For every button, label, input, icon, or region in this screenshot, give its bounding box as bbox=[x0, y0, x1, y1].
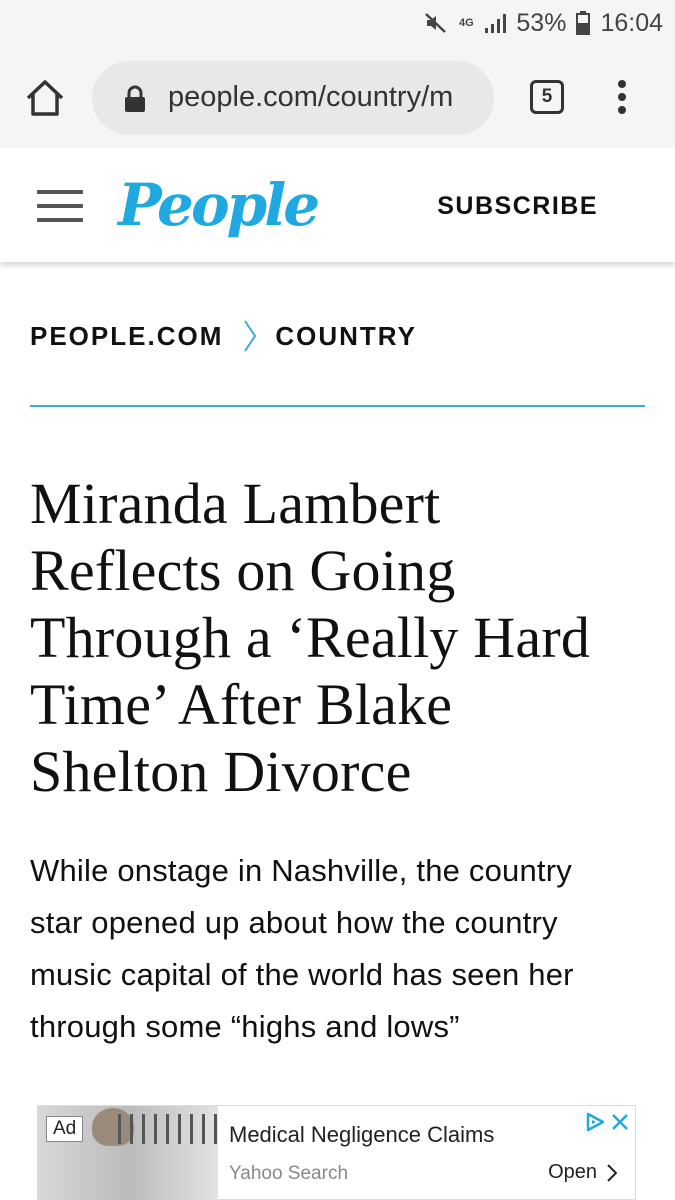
status-icons: 4G 53% 16:04 bbox=[424, 8, 663, 38]
tabs-button[interactable]: 5 bbox=[530, 80, 564, 114]
battery-icon bbox=[576, 11, 591, 35]
network-type: 4G bbox=[459, 17, 474, 29]
ad-source: Yahoo Search bbox=[229, 1163, 349, 1184]
lock-icon bbox=[122, 85, 148, 113]
chevron-right-icon bbox=[243, 319, 257, 353]
mute-icon bbox=[424, 11, 448, 35]
article-dek: While onstage in Nashville, the country … bbox=[30, 853, 574, 1044]
adchoices-icon[interactable] bbox=[585, 1112, 605, 1132]
people-logo[interactable]: People bbox=[118, 172, 320, 238]
status-bar: 4G 53% 16:04 bbox=[0, 0, 675, 48]
ad-banner[interactable]: Ad Medical Negligence Claims Yahoo Searc… bbox=[37, 1105, 636, 1200]
subscribe-button[interactable]: SUBSCRIBE bbox=[437, 192, 598, 221]
battery-percent: 53% bbox=[516, 8, 567, 37]
article-headline: Miranda Lambert Reflects on Going Throug… bbox=[30, 471, 591, 804]
chevron-right-icon bbox=[607, 1163, 617, 1182]
ad-choices bbox=[585, 1112, 629, 1132]
ad-title[interactable]: Medical Negligence Claims bbox=[229, 1122, 494, 1148]
browser-toolbar: people.com/country/m 5 bbox=[0, 48, 675, 148]
url-bar[interactable]: people.com/country/m bbox=[92, 61, 494, 135]
ad-open-button[interactable]: Open bbox=[548, 1161, 617, 1184]
divider bbox=[30, 405, 645, 407]
breadcrumb-home[interactable]: PEOPLE.COM bbox=[30, 321, 223, 352]
more-vert-icon[interactable] bbox=[612, 78, 632, 118]
url-text[interactable]: people.com/country/m bbox=[168, 81, 480, 117]
site-header: People SUBSCRIBE bbox=[0, 150, 675, 262]
breadcrumb: PEOPLE.COM COUNTRY bbox=[30, 318, 417, 354]
ad-badge: Ad bbox=[46, 1116, 84, 1142]
home-icon[interactable] bbox=[24, 78, 66, 118]
breadcrumb-country[interactable]: COUNTRY bbox=[275, 321, 417, 352]
signal-icon bbox=[484, 12, 507, 34]
close-icon[interactable] bbox=[611, 1113, 629, 1131]
ad-open-label: Open bbox=[548, 1161, 597, 1183]
clock: 16:04 bbox=[600, 8, 663, 37]
hamburger-menu-icon[interactable] bbox=[37, 190, 83, 222]
